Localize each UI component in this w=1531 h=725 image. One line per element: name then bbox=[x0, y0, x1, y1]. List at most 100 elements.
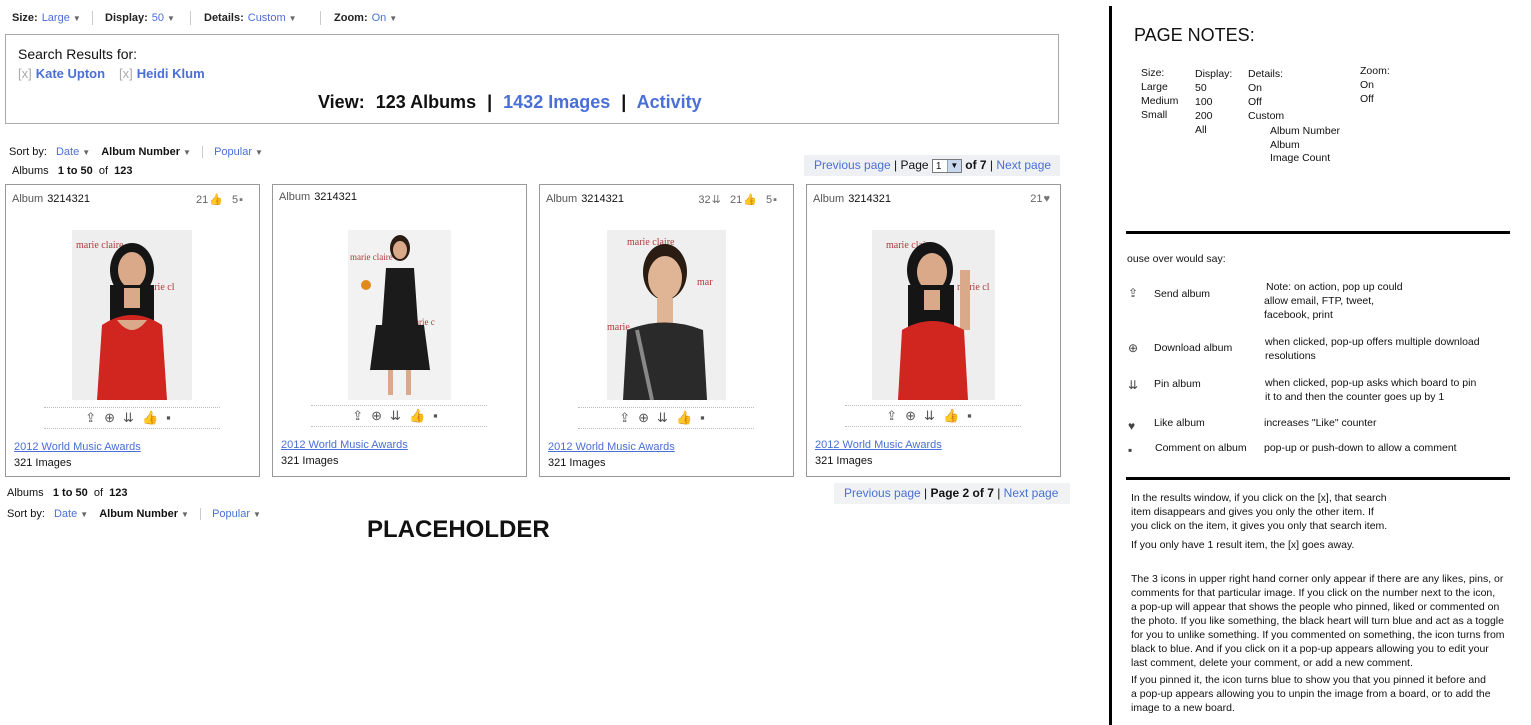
download-icon[interactable]: ⊕ bbox=[371, 408, 390, 423]
album-title-link[interactable]: 2012 World Music Awards bbox=[548, 441, 675, 453]
pager-top: Previous page | Page 1 ▼ of 7 | Next page bbox=[804, 155, 1060, 176]
album-photo[interactable]: marie claire marie cl bbox=[872, 230, 995, 400]
divider bbox=[202, 146, 204, 159]
image-count: 321 Images bbox=[14, 457, 72, 469]
view-activity-link[interactable]: Activity bbox=[637, 92, 702, 112]
svg-text:mar: mar bbox=[697, 277, 713, 288]
remove-tag-button[interactable]: [x] bbox=[18, 66, 32, 81]
sort-bar-bottom: Sort by: Date ▼ Album Number ▼ Popular ▼ bbox=[7, 508, 261, 521]
notes-zoom-col: Zoom: On Off bbox=[1360, 65, 1390, 105]
remove-tag-button[interactable]: [x] bbox=[119, 66, 133, 81]
pin-icon[interactable]: ⇊ bbox=[924, 408, 943, 423]
search-results-header: Search Results for: bbox=[18, 46, 138, 62]
chevron-down-icon: ▼ bbox=[946, 159, 961, 172]
download-icon[interactable]: ⊕ bbox=[905, 408, 924, 423]
notes-para-1: In the results window, if you click on t… bbox=[1131, 492, 1388, 532]
download-icon[interactable]: ⊕ bbox=[104, 410, 123, 425]
notes-details-col: Details: On Off Custom bbox=[1248, 68, 1285, 122]
album-card[interactable]: Album 3214321 21♥ marie claire marie cl ⇪… bbox=[806, 184, 1061, 477]
comment-icon[interactable]: ▪ bbox=[433, 408, 446, 423]
comment-icon[interactable]: ▪ bbox=[166, 410, 179, 425]
thumbs-up-icon[interactable]: 👍 bbox=[409, 408, 433, 423]
chevron-down-icon: ▼ bbox=[389, 14, 398, 23]
chevron-down-icon: ▼ bbox=[80, 510, 89, 519]
search-tag-heidi-klum[interactable]: [x] Heidi Klum bbox=[119, 66, 205, 81]
send-icon[interactable]: ⇪ bbox=[85, 410, 104, 425]
like-count[interactable]: 21 bbox=[196, 194, 208, 206]
album-photo[interactable]: marie claire mar marie bbox=[607, 230, 726, 400]
results-count-bottom: Albums 1 to 50 of 123 bbox=[7, 487, 128, 499]
view-albums[interactable]: 123 Albums bbox=[376, 92, 476, 112]
page-select[interactable]: 1 ▼ bbox=[931, 158, 962, 173]
divider bbox=[190, 11, 191, 25]
notes-para-4: If you pinned it, the icon turns blue to… bbox=[1131, 674, 1491, 714]
svg-text:marie: marie bbox=[607, 322, 630, 333]
previous-page-link[interactable]: Previous page bbox=[844, 486, 921, 500]
comment-count[interactable]: 5 bbox=[232, 194, 238, 206]
search-tag-kate-upton[interactable]: [x] Kate Upton bbox=[18, 66, 105, 81]
album-actions: ⇪⊕⇊👍▪ bbox=[44, 407, 220, 429]
album-photo[interactable]: marie claire marie c bbox=[348, 230, 451, 400]
pager-bottom: Previous page | Page 2 of 7 | Next page bbox=[834, 483, 1070, 504]
image-count: 321 Images bbox=[281, 455, 339, 467]
details-option[interactable]: Details: Custom ▼ bbox=[204, 12, 297, 24]
album-label: Album 3214321 bbox=[813, 193, 892, 205]
sort-album-number[interactable]: Album Number bbox=[99, 508, 178, 520]
like-count[interactable]: 21 bbox=[730, 194, 742, 206]
comment-icon: ▪ bbox=[773, 194, 777, 206]
album-card[interactable]: Album 3214321 marie claire marie c ⇪⊕⇊👍▪ … bbox=[272, 184, 527, 477]
vertical-divider bbox=[1109, 6, 1112, 725]
thumbs-up-icon[interactable]: 👍 bbox=[142, 410, 166, 425]
pin-icon[interactable]: ⇊ bbox=[390, 408, 409, 423]
thumbs-up-icon[interactable]: 👍 bbox=[676, 410, 700, 425]
search-results-box: Search Results for: [x] Kate Upton [x] Hei… bbox=[5, 34, 1059, 124]
album-title-link[interactable]: 2012 World Music Awards bbox=[14, 441, 141, 453]
album-card[interactable]: Album 3214321 21👍 5▪ marie claire marie c… bbox=[5, 184, 260, 477]
view-images-link[interactable]: 1432 Images bbox=[503, 92, 610, 112]
heart-icon: ♥ bbox=[1043, 193, 1050, 205]
send-icon[interactable]: ⇪ bbox=[619, 410, 638, 425]
view-switcher: View: 123 Albums | 1432 Images | Activit… bbox=[318, 92, 702, 112]
chevron-down-icon: ▼ bbox=[167, 14, 175, 23]
send-icon: ⇪ bbox=[1128, 286, 1139, 300]
album-title-link[interactable]: 2012 World Music Awards bbox=[815, 439, 942, 451]
download-icon: ⊕ bbox=[1128, 341, 1139, 355]
send-icon[interactable]: ⇪ bbox=[352, 408, 371, 423]
heart-count[interactable]: 21 bbox=[1030, 193, 1042, 205]
page-notes-panel: PAGE NOTES: Size: Large Medium Small Dis… bbox=[1126, 0, 1526, 725]
sort-date[interactable]: Date bbox=[56, 146, 79, 158]
album-title-link[interactable]: 2012 World Music Awards bbox=[281, 439, 408, 451]
album-label: Album 3214321 bbox=[279, 191, 358, 203]
chevron-down-icon: ▼ bbox=[181, 510, 189, 519]
previous-page-link[interactable]: Previous page bbox=[814, 158, 891, 172]
thumbs-up-icon[interactable]: 👍 bbox=[943, 408, 967, 423]
album-label: Album 3214321 bbox=[12, 193, 91, 205]
size-option[interactable]: Size: Large ▼ bbox=[12, 12, 81, 24]
sort-album-number[interactable]: Album Number bbox=[101, 146, 180, 158]
sort-popular[interactable]: Popular bbox=[214, 146, 252, 158]
album-photo[interactable]: marie claire marie cl bbox=[72, 230, 192, 400]
svg-text:marie claire: marie claire bbox=[350, 252, 393, 262]
divider bbox=[92, 11, 93, 25]
sort-date[interactable]: Date bbox=[54, 508, 77, 520]
pin-count[interactable]: 32 bbox=[698, 194, 710, 206]
svg-text:marie claire: marie claire bbox=[76, 240, 124, 251]
display-option[interactable]: Display: 50 ▼ bbox=[105, 12, 175, 24]
thumbs-up-icon: 👍 bbox=[209, 194, 223, 206]
next-page-link[interactable]: Next page bbox=[996, 158, 1051, 172]
album-counts: 21♥ bbox=[1030, 193, 1050, 205]
download-icon[interactable]: ⊕ bbox=[638, 410, 657, 425]
album-card[interactable]: Album 3214321 32⇊ 21👍 5▪ marie claire mar… bbox=[539, 184, 794, 477]
sort-popular[interactable]: Popular bbox=[212, 508, 250, 520]
divider bbox=[200, 508, 202, 521]
next-page-link[interactable]: Next page bbox=[1004, 486, 1059, 500]
divider bbox=[1126, 231, 1510, 234]
zoom-option[interactable]: Zoom: On ▼ bbox=[334, 12, 397, 24]
send-icon[interactable]: ⇪ bbox=[886, 408, 905, 423]
placeholder-text: PLACEHOLDER bbox=[367, 516, 550, 543]
comment-count[interactable]: 5 bbox=[766, 194, 772, 206]
pin-icon[interactable]: ⇊ bbox=[657, 410, 676, 425]
comment-icon[interactable]: ▪ bbox=[700, 410, 713, 425]
comment-icon[interactable]: ▪ bbox=[967, 408, 980, 423]
pin-icon[interactable]: ⇊ bbox=[123, 410, 142, 425]
